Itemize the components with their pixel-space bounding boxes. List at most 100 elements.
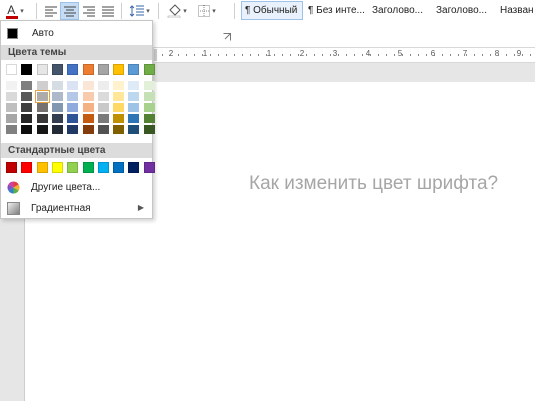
ruler-tick: [370, 54, 371, 56]
theme-shade-swatch[interactable]: [82, 81, 94, 90]
align-right-button[interactable]: [80, 2, 97, 20]
shading-dropdown-icon[interactable]: ▾: [183, 7, 187, 15]
theme-shade-swatch[interactable]: [82, 125, 94, 134]
theme-shade-swatch[interactable]: [143, 103, 155, 112]
theme-color-swatch[interactable]: [36, 64, 48, 75]
auto-color-item[interactable]: Авто: [1, 25, 152, 41]
standard-color-swatch[interactable]: [6, 162, 17, 173]
theme-shade-swatch[interactable]: [143, 92, 155, 101]
style-normal[interactable]: ¶ Обычный: [241, 1, 303, 20]
auto-color-swatch: [7, 28, 18, 39]
theme-color-swatch[interactable]: [82, 64, 94, 75]
theme-color-swatch[interactable]: [143, 64, 155, 75]
theme-shade-swatch[interactable]: [143, 81, 155, 90]
theme-shade-swatch[interactable]: [6, 114, 17, 123]
theme-shade-swatch[interactable]: [21, 103, 33, 112]
theme-color-swatch[interactable]: [97, 64, 109, 75]
theme-shade-swatch[interactable]: [21, 114, 33, 123]
justify-button[interactable]: [99, 2, 116, 20]
theme-shade-swatch[interactable]: [34, 90, 50, 103]
theme-color-swatch[interactable]: [51, 64, 63, 75]
theme-shade-swatch[interactable]: [128, 103, 140, 112]
theme-shade-swatch[interactable]: [51, 92, 63, 101]
theme-shade-swatch[interactable]: [67, 114, 79, 123]
standard-color-swatch[interactable]: [113, 162, 125, 173]
style-title[interactable]: Назван: [497, 1, 535, 20]
theme-shade-swatch[interactable]: [113, 81, 125, 90]
theme-shade-swatch[interactable]: [51, 125, 63, 134]
theme-shade-swatch[interactable]: [143, 125, 155, 134]
theme-color-swatch[interactable]: [21, 64, 33, 75]
ruler-margin-marker[interactable]: [154, 49, 157, 61]
standard-color-swatch[interactable]: [21, 162, 33, 173]
theme-shade-swatch[interactable]: [51, 81, 63, 90]
theme-color-swatch[interactable]: [6, 64, 17, 75]
style-heading-2[interactable]: Заголово...: [433, 1, 496, 20]
theme-shade-swatch[interactable]: [51, 114, 63, 123]
theme-color-swatch[interactable]: [128, 64, 140, 75]
align-center-button[interactable]: [60, 2, 79, 20]
borders-icon: [198, 5, 211, 17]
theme-shade-swatch[interactable]: [36, 114, 48, 123]
theme-shade-swatch[interactable]: [113, 92, 125, 101]
theme-shade-swatch[interactable]: [51, 103, 63, 112]
more-colors-label: Другие цвета...: [31, 182, 101, 193]
theme-color-swatch[interactable]: [113, 64, 125, 75]
ruler-tick: [250, 54, 251, 56]
borders-button[interactable]: ▾: [194, 2, 220, 20]
theme-shade-swatch[interactable]: [128, 81, 140, 90]
standard-color-swatch[interactable]: [143, 162, 155, 173]
theme-shade-swatch[interactable]: [97, 125, 109, 134]
line-spacing-button[interactable]: ▾: [127, 2, 153, 20]
borders-dropdown-icon[interactable]: ▾: [212, 7, 216, 15]
theme-shade-swatch[interactable]: [21, 81, 33, 90]
theme-shade-swatch[interactable]: [36, 81, 48, 90]
theme-shade-swatch[interactable]: [97, 81, 109, 90]
theme-shade-swatch[interactable]: [128, 92, 140, 101]
more-colors-item[interactable]: Другие цвета...: [1, 178, 152, 197]
theme-shade-swatch[interactable]: [67, 81, 79, 90]
shading-button[interactable]: ▾: [163, 2, 191, 20]
theme-shade-swatch[interactable]: [97, 114, 109, 123]
standard-color-swatch[interactable]: [82, 162, 94, 173]
standard-color-swatch[interactable]: [36, 162, 48, 173]
theme-shade-swatch[interactable]: [21, 125, 33, 134]
font-color-button[interactable]: A ▾: [0, 2, 30, 20]
theme-shade-swatch[interactable]: [97, 92, 109, 101]
theme-shade-swatch[interactable]: [113, 114, 125, 123]
theme-shade-swatch[interactable]: [6, 92, 17, 101]
line-spacing-dropdown-icon[interactable]: ▾: [146, 7, 150, 15]
document-text[interactable]: Как изменить цвет шрифта?: [249, 173, 498, 195]
ruler-tick: [258, 54, 259, 56]
theme-shade-swatch[interactable]: [67, 103, 79, 112]
standard-color-swatch[interactable]: [97, 162, 109, 173]
horizontal-ruler[interactable]: 2 1 1 2 3 4 5 6 7 8 9 10 11 12: [154, 47, 535, 63]
standard-color-swatch[interactable]: [51, 162, 63, 173]
theme-shade-swatch[interactable]: [143, 114, 155, 123]
theme-shade-swatch[interactable]: [36, 103, 48, 112]
paragraph-dialog-launcher-icon[interactable]: [223, 33, 231, 43]
standard-color-swatch[interactable]: [67, 162, 79, 173]
style-no-spacing[interactable]: ¶ Без инте...: [305, 1, 368, 20]
theme-shade-swatch[interactable]: [21, 92, 33, 101]
theme-shade-swatch[interactable]: [113, 125, 125, 134]
theme-shade-swatch[interactable]: [36, 125, 48, 134]
theme-shade-swatch[interactable]: [6, 125, 17, 134]
standard-color-swatch[interactable]: [128, 162, 140, 173]
theme-shade-swatch[interactable]: [67, 125, 79, 134]
theme-shade-swatch[interactable]: [6, 81, 17, 90]
theme-shade-swatch[interactable]: [82, 114, 94, 123]
align-left-button[interactable]: [42, 2, 59, 20]
gradient-item[interactable]: Градиентная ▶: [1, 199, 152, 218]
theme-shade-swatch[interactable]: [128, 114, 140, 123]
theme-shade-swatch[interactable]: [128, 125, 140, 134]
font-color-dropdown-icon[interactable]: ▾: [20, 7, 24, 15]
theme-color-swatch[interactable]: [67, 64, 79, 75]
theme-shade-swatch[interactable]: [113, 103, 125, 112]
theme-shade-swatch[interactable]: [6, 103, 17, 112]
theme-shade-swatch[interactable]: [82, 92, 94, 101]
style-heading-1[interactable]: Заголово...: [369, 1, 432, 20]
theme-shade-swatch[interactable]: [97, 103, 109, 112]
theme-shade-swatch[interactable]: [82, 103, 94, 112]
theme-shade-swatch[interactable]: [67, 92, 79, 101]
